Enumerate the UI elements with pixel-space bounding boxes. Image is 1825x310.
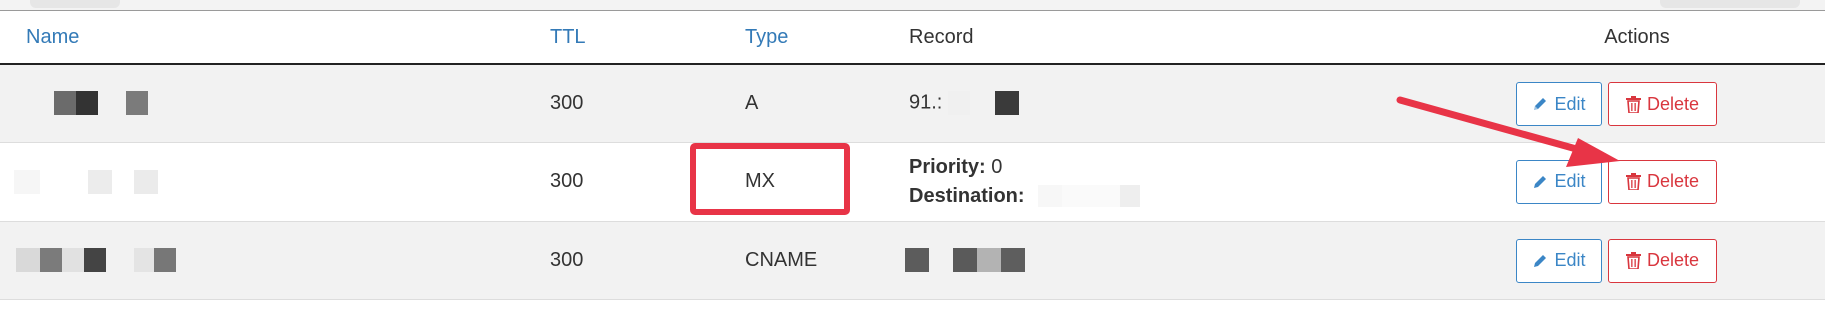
ttl-cell: 300 [550, 91, 584, 114]
delete-button-label: Delete [1646, 250, 1700, 270]
type-cell: A [745, 91, 759, 114]
toolbar-control-right [1660, 0, 1800, 8]
redacted-destination [1038, 185, 1158, 208]
delete-button-label: Delete [1646, 93, 1700, 114]
priority-label: Priority: [909, 155, 986, 178]
record-name-cell [0, 64, 550, 142]
table-row: 300 CNAME Edit Delete [0, 221, 1825, 299]
record-cell: 91.: [909, 64, 1449, 142]
pencil-icon [1534, 98, 1547, 110]
record-name-cell [0, 221, 550, 299]
record-destination-line: Destination: [909, 182, 1449, 211]
delete-button[interactable]: Delete [1608, 159, 1717, 204]
pencil-icon [1534, 254, 1547, 267]
column-header-type[interactable]: Type [745, 11, 909, 65]
actions-cell: Edit Delete [1449, 142, 1825, 221]
redacted-name [16, 248, 186, 272]
edit-button-label: Edit [1554, 171, 1586, 191]
actions-cell: Edit Delete [1449, 221, 1825, 299]
ttl-cell: 300 [550, 248, 584, 271]
column-header-actions: Actions [1449, 11, 1825, 65]
table-header-row: Name TTL Type Record Actions [0, 11, 1825, 65]
mx-highlight-box [690, 143, 850, 215]
type-cell: CNAME [745, 248, 818, 271]
record-value: 91.: [909, 91, 943, 114]
record-cell: Priority: 0 Destination: [909, 142, 1449, 221]
record-name-cell [0, 142, 550, 221]
table-row: 300 A 91.: Edit Delete [0, 64, 1825, 142]
trash-icon [1625, 95, 1641, 113]
actions-cell: Edit Delete [1449, 64, 1825, 142]
top-toolbar-strip [0, 0, 1825, 11]
dns-records-table: Name TTL Type Record Actions 300 A 91.: [0, 11, 1825, 300]
trash-icon [1625, 252, 1641, 269]
trash-icon [1625, 173, 1641, 190]
delete-button[interactable]: Delete [1608, 82, 1717, 126]
edit-button-label: Edit [1554, 250, 1586, 270]
column-header-ttl[interactable]: TTL [550, 11, 745, 65]
redacted-name [14, 169, 234, 194]
priority-value: 0 [991, 155, 1003, 178]
pencil-icon [1534, 175, 1547, 188]
redacted-record [947, 91, 1038, 116]
column-header-name[interactable]: Name [0, 11, 550, 65]
delete-button-label: Delete [1646, 171, 1700, 191]
redacted-record [905, 248, 1025, 272]
destination-label: Destination: [909, 184, 1025, 207]
edit-button[interactable]: Edit [1516, 82, 1602, 126]
edit-button[interactable]: Edit [1516, 159, 1602, 204]
record-cell [905, 221, 1449, 299]
toolbar-control-left [30, 0, 120, 8]
edit-button[interactable]: Edit [1516, 238, 1602, 283]
column-header-record: Record [909, 11, 1449, 65]
delete-button[interactable]: Delete [1608, 238, 1717, 283]
record-priority-line: Priority: 0 [909, 153, 1449, 182]
edit-button-label: Edit [1554, 93, 1586, 114]
table-row: 300 MX Priority: 0 Destination: Edit Del… [0, 142, 1825, 221]
redacted-name [40, 91, 150, 116]
